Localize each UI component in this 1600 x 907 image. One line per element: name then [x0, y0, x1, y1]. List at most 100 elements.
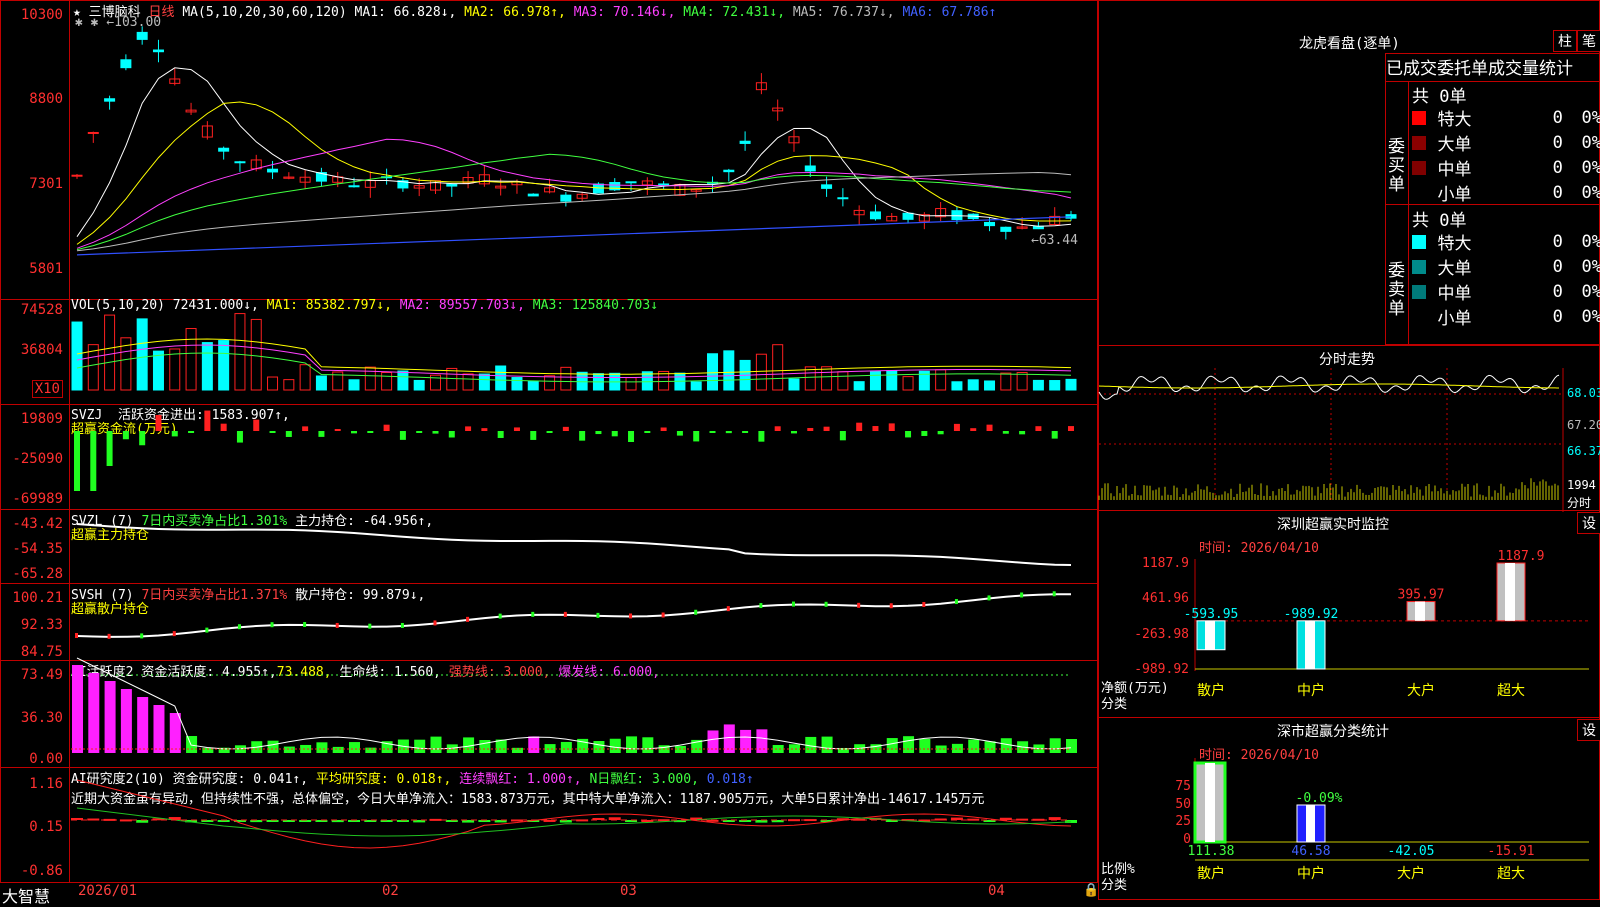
flow-bar [465, 426, 472, 431]
flow-bar [90, 431, 97, 491]
activity-bar [88, 673, 100, 753]
activity-bar [593, 741, 605, 753]
activity-bar [968, 739, 980, 753]
net-bar-highlight [1205, 620, 1215, 650]
volume-bar [299, 364, 311, 391]
order-pct: 0% [1581, 182, 1600, 203]
volume-bar [951, 381, 963, 391]
activity-bar [560, 741, 572, 753]
dragon-tiger-panel: 龙虎看盘(逐单) 柱 笔 已成交委托单成交量统计 委买单 委卖单 共 0单 特大… [1098, 0, 1600, 346]
candle-body [218, 147, 230, 152]
order-count: 0 [1552, 256, 1563, 277]
order-class: 小单 [1437, 185, 1472, 205]
flow-bar [807, 427, 814, 431]
retail-tick [466, 616, 470, 622]
color-swatch [1412, 186, 1426, 200]
sz-class-tick: 75 [1175, 779, 1191, 794]
order-row: 中单 0 0% [1412, 155, 1600, 180]
candle-body [951, 210, 963, 221]
volume-bar [527, 380, 539, 391]
flow-bar [1068, 426, 1074, 431]
activity-bar [104, 681, 116, 753]
bar-view-button[interactable]: 柱 [1553, 30, 1577, 52]
sell-total: 共 0单 [1412, 211, 1467, 231]
flow-bar [269, 431, 276, 433]
volume-bar [869, 370, 881, 391]
class-category: 超大 [1497, 866, 1525, 882]
svzj-panel[interactable]: 19809 -25090 -69989 SVZJ 活跃资金进出: 1583.90… [0, 404, 1098, 510]
retail-hold-line [76, 593, 1071, 638]
flow-bar [742, 431, 749, 433]
volume-bar [169, 348, 181, 391]
order-row: 特大 0 0% [1412, 105, 1600, 130]
sz-monitor-chart-svg: 1187.9 461.96 -263.98 -989.92 -593.95 散户 -989.… [1134, 549, 1589, 699]
bar-value: -593.95 [1184, 607, 1239, 622]
ai-active-panel[interactable]: 73.49 36.30 0.00 AI活跃度2 资金活跃度: 4.955↑,73… [0, 657, 1098, 768]
color-swatch [1412, 160, 1426, 175]
volume-bar [804, 366, 816, 391]
candle-body [152, 49, 164, 53]
flow-bar [1035, 426, 1042, 431]
candle-body [267, 168, 279, 173]
bar-category: 散户 [1197, 682, 1225, 699]
ma-line [76, 171, 1072, 252]
retail-tick [107, 633, 111, 639]
flow-bar [285, 431, 292, 437]
volume-bar [71, 321, 83, 391]
volume-bar [364, 366, 376, 391]
svzl-panel[interactable]: -43.42 -54.35 -65.28 SVZL (7) 7日内买卖净占比1.… [0, 509, 1098, 584]
flow-bar [725, 431, 732, 434]
buy-total: 共 0单 [1412, 87, 1467, 107]
volume-bar [267, 376, 279, 391]
retail-tick [498, 613, 502, 619]
intraday-panel[interactable]: 分时走势 68.03 67.20 66.37 1994 分时 [1098, 345, 1600, 512]
activity-bar [642, 737, 654, 753]
flow-bar [236, 431, 243, 443]
lock-icon[interactable]: 🔒 [1083, 883, 1099, 898]
flow-bar [1051, 431, 1058, 439]
main-price-panel[interactable]: 10300 8800 7301 5801 ★ 三博脑科 日线 MA(5,10,2… [0, 0, 1098, 300]
order-pct: 0% [1581, 306, 1600, 327]
retail-tick [1052, 591, 1056, 597]
bar-category: 大户 [1407, 682, 1435, 699]
flow-bar [970, 428, 977, 431]
candle-body [87, 131, 99, 134]
ai-research-chart-svg [71, 779, 1077, 849]
activity-bar [951, 743, 963, 753]
bar-value: 395.97 [1398, 588, 1445, 603]
intraday-chart-svg [1098, 368, 1564, 512]
volume-bar [511, 377, 523, 391]
flow-bar [204, 410, 211, 431]
activity-bar [349, 742, 361, 753]
flow-bar [839, 431, 846, 441]
volume-bar [967, 379, 979, 391]
volume-bar [1000, 372, 1012, 391]
order-pct: 0% [1581, 107, 1600, 128]
volume-bar [788, 378, 800, 391]
brand-logo: 大智慧 [2, 887, 51, 906]
activity-bar [788, 744, 800, 753]
sz-class-chart-svg: 7550250-0.09%111.38散户46.58中户-42.05大户-15.… [1175, 758, 1589, 882]
candle-body [560, 194, 572, 202]
candle-body [902, 212, 914, 220]
volume-bar [723, 350, 735, 391]
candle-body [804, 165, 816, 172]
order-pct: 0% [1581, 231, 1600, 252]
retail-tick [75, 633, 78, 638]
volume-bar [234, 313, 246, 391]
x-label: 02 [382, 883, 399, 899]
activity-bar [772, 745, 784, 753]
volume-bar [625, 377, 637, 391]
flow-bar [579, 431, 586, 441]
flow-bar [481, 428, 488, 431]
dragon-tiger-title: 龙虎看盘(逐单) [1299, 36, 1400, 52]
pen-view-button[interactable]: 笔 [1577, 30, 1600, 52]
volume-bar [886, 370, 898, 391]
ai-research-panel[interactable]: 1.16 0.15 -0.86 AI研究度2(10) 资金研究度: 0.041↑… [0, 767, 1098, 883]
svsh-panel[interactable]: 100.21 92.33 84.75 SVSH (7) 7日内买卖净占比1.37… [0, 583, 1098, 661]
order-class: 特大 [1437, 110, 1472, 130]
volume-bar [218, 340, 230, 391]
volume-panel[interactable]: 74528 36804 X10 VOL(5,10,20) 72431.000↓,… [0, 298, 1098, 405]
sz-class-panel: 深市超赢分类统计 设 时间: 2026/04/10 比例% 分类 75 50 25 0… [1098, 717, 1600, 900]
order-class: 中单 [1437, 160, 1472, 180]
